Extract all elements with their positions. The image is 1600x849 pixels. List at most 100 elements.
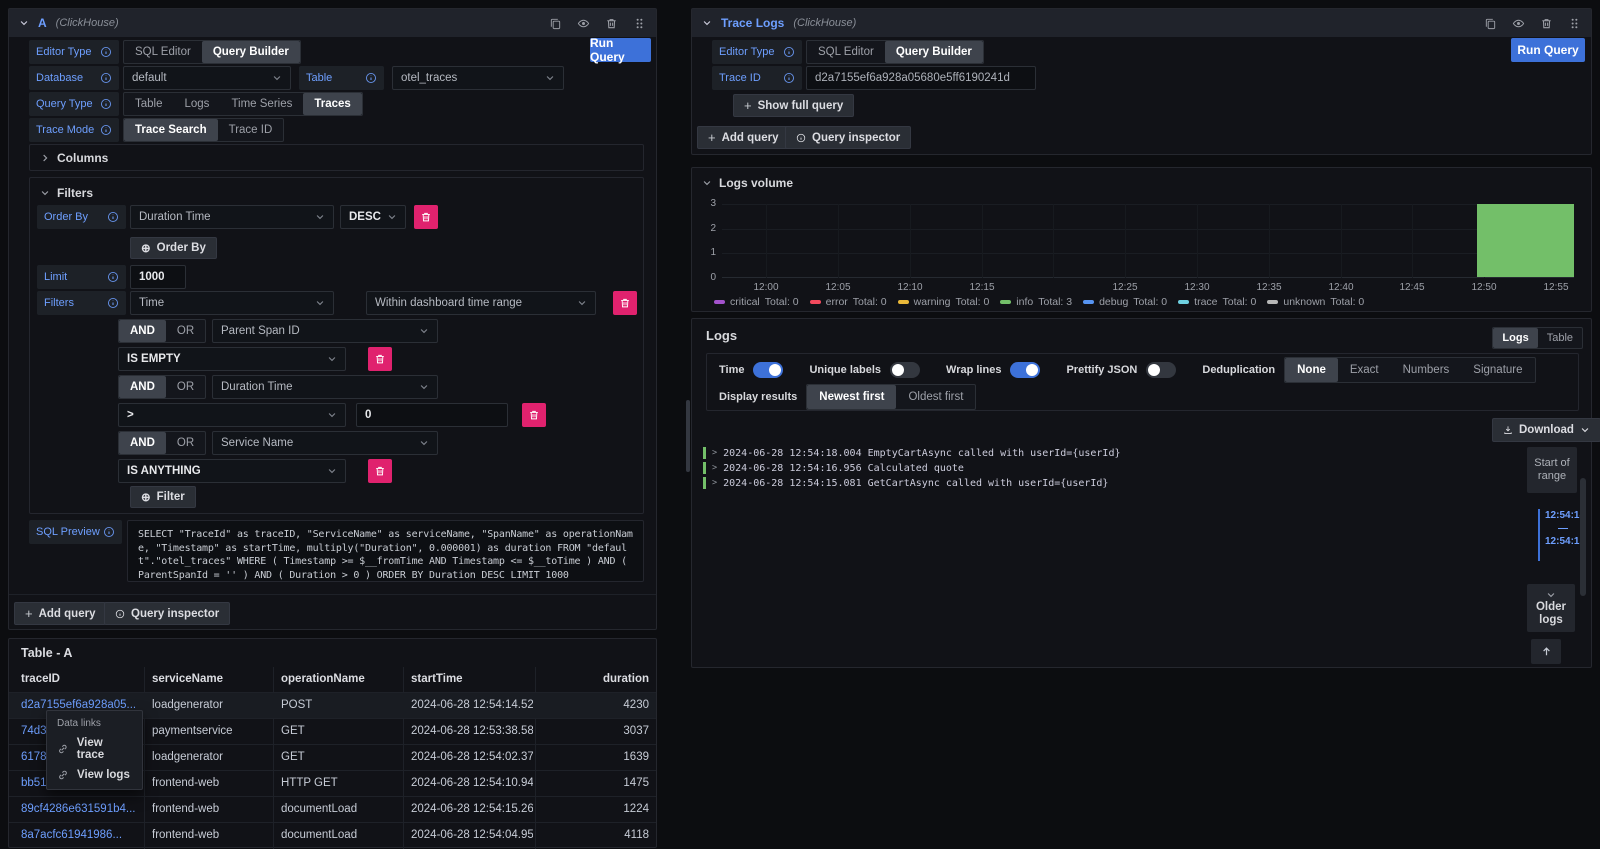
table-panel-title[interactable]: Table - A bbox=[21, 646, 72, 660]
info-icon[interactable] bbox=[107, 297, 119, 309]
trace-logs-header[interactable]: Trace Logs (ClickHouse) bbox=[692, 9, 1591, 37]
chevron-down-icon[interactable] bbox=[40, 188, 50, 198]
display-results-switch[interactable]: Newest first Oldest first bbox=[806, 384, 976, 410]
legend-item[interactable]: debugTotal: 0 bbox=[1083, 296, 1167, 308]
column-header-traceid[interactable]: traceID bbox=[21, 673, 141, 685]
option-sql-editor[interactable]: SQL Editor bbox=[807, 41, 885, 63]
log-row[interactable]: > 2024-06-28 12:54:16.956 Calculated quo… bbox=[703, 461, 964, 475]
table-row[interactable]: 8a7acfc61941986... frontend-web document… bbox=[9, 823, 656, 848]
wrap-lines-toggle[interactable] bbox=[1010, 362, 1040, 378]
remove-filter-button[interactable] bbox=[368, 459, 392, 483]
scroll-to-top-button[interactable] bbox=[1531, 639, 1561, 664]
table-select[interactable]: otel_traces bbox=[392, 66, 564, 90]
option-table[interactable]: Table bbox=[124, 93, 174, 115]
option-signature[interactable]: Signature bbox=[1461, 358, 1534, 382]
table-row[interactable]: 89cf4286e631591b4... frontend-web docume… bbox=[9, 797, 656, 822]
column-header-duration[interactable]: duration bbox=[539, 673, 649, 685]
remove-filter-button[interactable] bbox=[368, 347, 392, 371]
expand-chevron-icon[interactable]: > bbox=[712, 478, 717, 488]
drag-handle-icon[interactable] bbox=[633, 17, 646, 30]
drag-handle-icon[interactable] bbox=[1568, 17, 1581, 30]
filters-section-title[interactable]: Filters bbox=[57, 186, 93, 200]
info-icon[interactable] bbox=[365, 72, 377, 84]
download-button[interactable]: Download bbox=[1492, 418, 1600, 442]
time-toggle[interactable] bbox=[753, 362, 783, 378]
info-icon[interactable] bbox=[783, 46, 795, 58]
option-sql-editor[interactable]: SQL Editor bbox=[124, 41, 202, 63]
add-order-by-button[interactable]: ⊕Order By bbox=[130, 237, 217, 259]
info-icon[interactable] bbox=[783, 72, 795, 84]
legend-item[interactable]: traceTotal: 0 bbox=[1178, 296, 1256, 308]
column-header-servicename[interactable]: serviceName bbox=[152, 673, 270, 685]
option-or[interactable]: OR bbox=[166, 432, 205, 454]
prettify-json-toggle[interactable] bbox=[1146, 362, 1176, 378]
remove-filter-button[interactable] bbox=[613, 291, 637, 315]
columns-section-title[interactable]: Columns bbox=[57, 151, 108, 165]
info-icon[interactable] bbox=[100, 46, 112, 58]
unique-labels-toggle[interactable] bbox=[890, 362, 920, 378]
option-traces[interactable]: Traces bbox=[303, 93, 361, 115]
delete-panel-icon[interactable] bbox=[1540, 17, 1553, 30]
column-header-operationname[interactable]: operationName bbox=[281, 673, 401, 685]
legend-item[interactable]: warningTotal: 0 bbox=[898, 296, 990, 308]
column-header-starttime[interactable]: startTime bbox=[411, 673, 533, 685]
filter-value-input[interactable]: 0 bbox=[356, 403, 508, 427]
filter-field-select[interactable]: Service Name bbox=[212, 431, 438, 455]
columns-section[interactable]: Columns bbox=[29, 144, 644, 171]
info-icon[interactable] bbox=[100, 98, 112, 110]
legend-item[interactable]: unknownTotal: 0 bbox=[1267, 296, 1364, 308]
hide-eye-icon[interactable] bbox=[1512, 17, 1525, 30]
add-query-button[interactable]: +Add query bbox=[14, 602, 106, 625]
expand-chevron-icon[interactable]: > bbox=[712, 448, 717, 458]
legend-item[interactable]: infoTotal: 3 bbox=[1000, 296, 1072, 308]
query-inspector-button[interactable]: Query inspector bbox=[104, 602, 230, 625]
info-logs-bar[interactable] bbox=[1477, 204, 1574, 277]
filter-field-select[interactable]: Duration Time bbox=[212, 375, 438, 399]
query-type-switch[interactable]: Table Logs Time Series Traces bbox=[123, 92, 363, 116]
option-table-view[interactable]: Table bbox=[1538, 328, 1582, 348]
order-by-direction-select[interactable]: DESC bbox=[340, 205, 406, 229]
filter-operator-select[interactable]: IS ANYTHING bbox=[118, 459, 346, 483]
filter-operator-select[interactable]: > bbox=[118, 403, 346, 427]
bool-operator-switch[interactable]: AND OR bbox=[118, 431, 206, 455]
option-logs[interactable]: Logs bbox=[174, 93, 221, 115]
trace-mode-switch[interactable]: Trace Search Trace ID bbox=[123, 118, 284, 142]
order-by-field-select[interactable]: Duration Time bbox=[130, 205, 334, 229]
remove-filter-button[interactable] bbox=[522, 403, 546, 427]
logs-volume-plot[interactable] bbox=[722, 204, 1574, 278]
filter-time-field-select[interactable]: Time bbox=[130, 291, 334, 315]
info-icon[interactable] bbox=[107, 211, 119, 223]
filter-time-operator-select[interactable]: Within dashboard time range bbox=[366, 291, 596, 315]
filter-operator-select[interactable]: IS EMPTY bbox=[118, 347, 346, 371]
bool-operator-switch[interactable]: AND OR bbox=[118, 319, 206, 343]
option-exact[interactable]: Exact bbox=[1338, 358, 1391, 382]
chevron-down-icon[interactable] bbox=[702, 178, 712, 188]
bool-operator-switch[interactable]: AND OR bbox=[118, 375, 206, 399]
limit-input[interactable]: 1000 bbox=[130, 265, 186, 289]
query-inspector-button[interactable]: Query inspector bbox=[785, 126, 911, 149]
option-trace-search[interactable]: Trace Search bbox=[124, 119, 218, 141]
collapse-chevron-icon[interactable] bbox=[19, 18, 29, 28]
option-and[interactable]: AND bbox=[119, 376, 166, 398]
option-logs-view[interactable]: Logs bbox=[1493, 328, 1537, 348]
logs-scrollbar-thumb[interactable] bbox=[1580, 478, 1586, 596]
option-newest-first[interactable]: Newest first bbox=[807, 385, 896, 409]
info-icon[interactable] bbox=[100, 72, 112, 84]
scrollbar-thumb[interactable] bbox=[686, 400, 690, 472]
info-icon[interactable] bbox=[103, 526, 115, 538]
option-or[interactable]: OR bbox=[166, 376, 205, 398]
option-query-builder[interactable]: Query Builder bbox=[202, 41, 300, 63]
option-none[interactable]: None bbox=[1285, 358, 1338, 382]
database-select[interactable]: default bbox=[123, 66, 291, 90]
trace-id-input[interactable]: d2a7155ef6a928a05680e5ff6190241d bbox=[806, 66, 1036, 90]
deduplication-switch[interactable]: None Exact Numbers Signature bbox=[1284, 357, 1535, 383]
option-and[interactable]: AND bbox=[119, 432, 166, 454]
older-logs-button[interactable]: Older logs bbox=[1527, 584, 1575, 632]
filter-field-select[interactable]: Parent Span ID bbox=[212, 319, 438, 343]
panel-a-header[interactable]: A (ClickHouse) bbox=[9, 9, 656, 37]
add-query-button[interactable]: +Add query bbox=[697, 126, 789, 149]
logs-view-switch[interactable]: Logs Table bbox=[1492, 327, 1583, 349]
hide-eye-icon[interactable] bbox=[577, 17, 590, 30]
info-icon[interactable] bbox=[107, 271, 119, 283]
option-or[interactable]: OR bbox=[166, 320, 205, 342]
